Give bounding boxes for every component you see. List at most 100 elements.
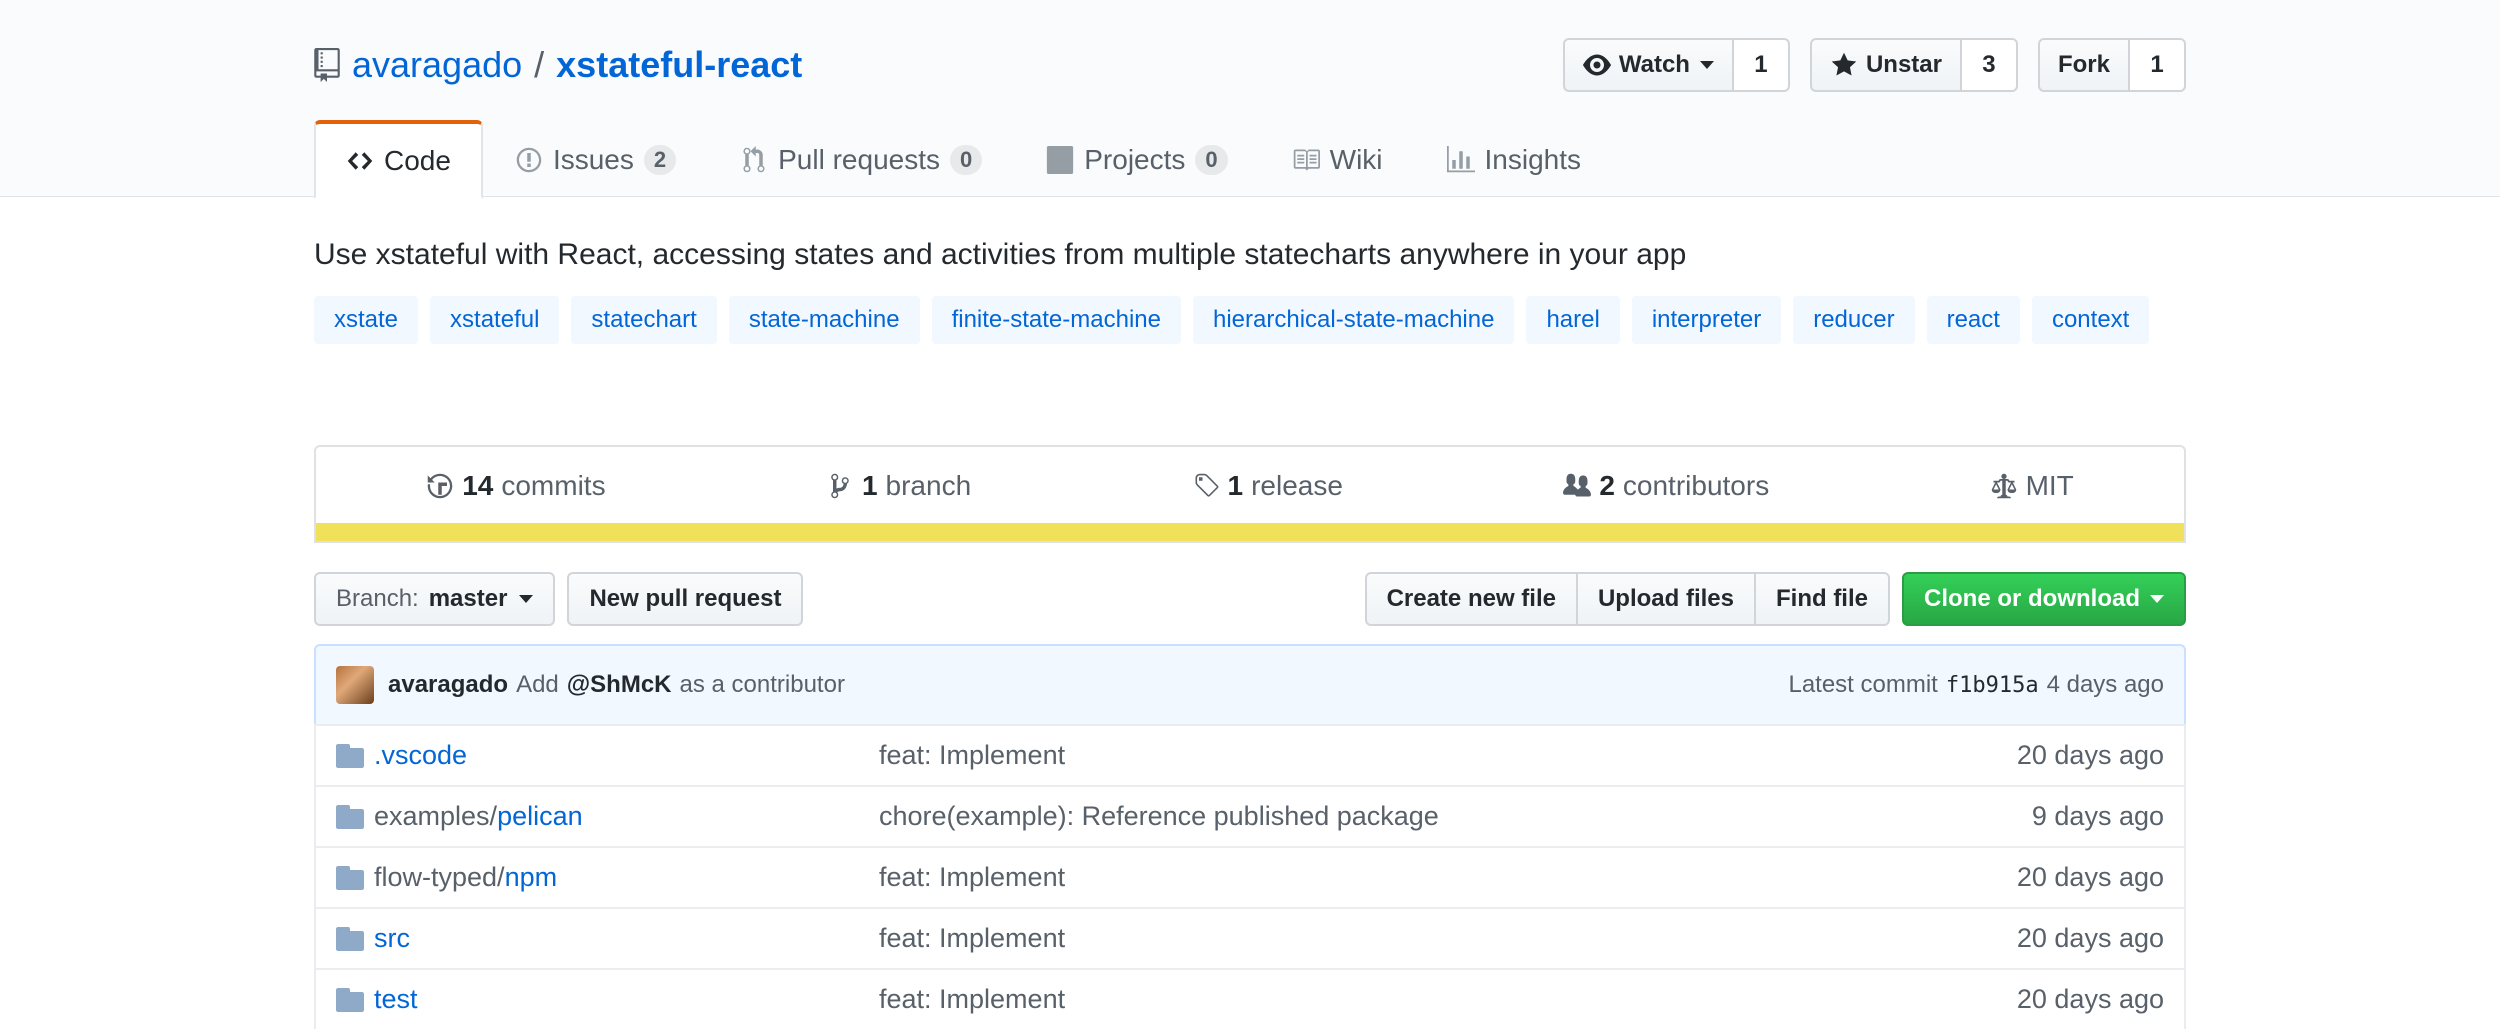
commit-mention[interactable]: @ShMcK	[567, 671, 672, 699]
contributors-link[interactable]: 2 contributors	[1563, 470, 1769, 502]
file-age: 20 days ago	[2016, 923, 2164, 953]
star-label: Unstar	[1865, 51, 1942, 78]
file-name[interactable]: examples/pelican	[374, 801, 879, 832]
repo-name-link[interactable]: xstateful-react	[556, 44, 802, 86]
file-name[interactable]: src	[374, 923, 879, 954]
pull-request-icon	[743, 146, 765, 173]
tab-code[interactable]: Code	[314, 120, 483, 199]
topic-tag[interactable]: reducer	[1793, 296, 1915, 344]
topic-tag[interactable]: interpreter	[1631, 296, 1782, 344]
commit-message[interactable]: chore(example): Reference published pack…	[879, 801, 2032, 832]
chevron-down-icon	[519, 595, 534, 603]
topic-tag[interactable]: context	[2031, 296, 2150, 344]
topic-tag[interactable]: react	[1926, 296, 2020, 344]
commit-tease: avaragado Add @ShMcK as a contributor La…	[314, 644, 2186, 726]
law-icon	[1991, 473, 2016, 499]
topic-tag[interactable]: xstate	[314, 296, 419, 344]
commit-sha[interactable]: f1b915a	[1946, 673, 2039, 698]
projects-counter: 0	[1195, 145, 1228, 175]
repo-header: avaragado / xstateful-react Watch 1 Unst…	[0, 0, 2500, 199]
create-new-file-button[interactable]: Create new file	[1364, 572, 1578, 626]
repo-actions: Watch 1 Unstar 3 Fork 1	[1562, 38, 2186, 92]
topic-tag[interactable]: statechart	[571, 296, 717, 344]
chevron-down-icon	[2150, 595, 2164, 603]
file-link[interactable]: src	[374, 923, 410, 953]
history-icon	[427, 473, 453, 499]
folder-icon	[336, 926, 364, 951]
watch-count[interactable]: 1	[1733, 38, 1790, 92]
file-name[interactable]: flow-typed/npm	[374, 862, 879, 893]
tab-label: Insights	[1484, 144, 1582, 175]
issue-icon	[516, 147, 542, 173]
tab-insights[interactable]: Insights	[1415, 120, 1614, 198]
star-icon	[1831, 52, 1857, 76]
commit-message[interactable]: feat: Implement	[879, 740, 2017, 771]
tab-wiki[interactable]: Wiki	[1260, 120, 1415, 198]
commits-count: 14	[462, 470, 494, 501]
file-age: 20 days ago	[2016, 862, 2164, 892]
watch-group: Watch 1	[1562, 38, 1790, 92]
repo-icon	[314, 48, 340, 82]
upload-files-button[interactable]: Upload files	[1575, 572, 1756, 626]
fork-button[interactable]: Fork	[2037, 38, 2130, 92]
commits-link[interactable]: 14 commits	[426, 470, 606, 502]
branches-label: branch	[885, 470, 972, 501]
graph-icon	[1446, 146, 1475, 173]
commit-message-prefix[interactable]: Add	[516, 671, 559, 699]
topic-tag[interactable]: hierarchical-state-machine	[1193, 296, 1515, 344]
tab-label: Code	[384, 144, 451, 176]
commit-message-suffix[interactable]: as a contributor	[680, 671, 845, 699]
tab-issues[interactable]: Issues 2	[483, 120, 708, 198]
topic-tag[interactable]: xstateful	[430, 296, 560, 344]
releases-count: 1	[1227, 470, 1244, 501]
file-name[interactable]: test	[374, 984, 879, 1015]
topic-tag[interactable]: state-machine	[728, 296, 920, 344]
branch-icon	[831, 473, 849, 499]
commit-message[interactable]: feat: Implement	[879, 984, 2017, 1015]
branches-link[interactable]: 1 branch	[826, 470, 971, 502]
file-name[interactable]: .vscode	[374, 740, 879, 771]
star-count[interactable]: 3	[1961, 38, 2018, 92]
eye-icon	[1582, 54, 1611, 76]
tab-pull-requests[interactable]: Pull requests 0	[708, 120, 1014, 198]
numbers-summary: 14 commits 1 branch 1 release 2 contribu…	[314, 445, 2186, 543]
folder-icon	[336, 865, 364, 890]
find-file-button[interactable]: Find file	[1754, 572, 1890, 626]
path-separator: /	[534, 44, 545, 85]
language-bar[interactable]	[316, 523, 2184, 541]
unstar-button[interactable]: Unstar	[1809, 38, 1962, 92]
book-icon	[1293, 149, 1320, 171]
branch-select-button[interactable]: Branch: master	[314, 572, 556, 626]
file-path-prefix: examples/	[374, 801, 498, 831]
commit-message[interactable]: feat: Implement	[879, 923, 2017, 954]
new-pull-request-button[interactable]: New pull request	[567, 572, 804, 626]
branch-name: master	[428, 585, 508, 612]
fork-count[interactable]: 1	[2130, 38, 2186, 92]
avatar[interactable]	[336, 666, 374, 704]
repo-owner-link[interactable]: avaragado	[352, 44, 522, 86]
commit-message[interactable]: feat: Implement	[879, 862, 2017, 893]
contributors-count: 2	[1599, 470, 1615, 501]
folder-icon	[336, 743, 364, 768]
tab-label: Pull requests	[778, 144, 940, 175]
project-icon	[1047, 146, 1074, 174]
branches-count: 1	[861, 470, 878, 501]
commit-author[interactable]: avaragado	[388, 671, 508, 699]
file-link[interactable]: .vscode	[374, 740, 467, 770]
clone-download-button[interactable]: Clone or download	[1902, 572, 2186, 626]
file-link[interactable]: test	[374, 984, 418, 1014]
watch-label: Watch	[1618, 51, 1690, 78]
table-row: src feat: Implement 20 days ago	[316, 907, 2184, 968]
file-link[interactable]: npm	[505, 862, 558, 892]
file-link[interactable]: pelican	[497, 801, 583, 831]
table-row: flow-typed/npm feat: Implement 20 days a…	[316, 846, 2184, 907]
tab-projects[interactable]: Projects 0	[1014, 120, 1259, 198]
watch-button[interactable]: Watch	[1562, 38, 1734, 92]
file-table: .vscode feat: Implement 20 days ago exam…	[314, 724, 2186, 1029]
tab-label: Projects	[1084, 144, 1186, 175]
topic-tag[interactable]: finite-state-machine	[931, 296, 1181, 344]
license-link[interactable]: MIT	[1990, 470, 2074, 502]
releases-link[interactable]: 1 release	[1192, 470, 1343, 502]
clone-label: Clone or download	[1924, 585, 2140, 612]
topic-tag[interactable]: harel	[1526, 296, 1620, 344]
